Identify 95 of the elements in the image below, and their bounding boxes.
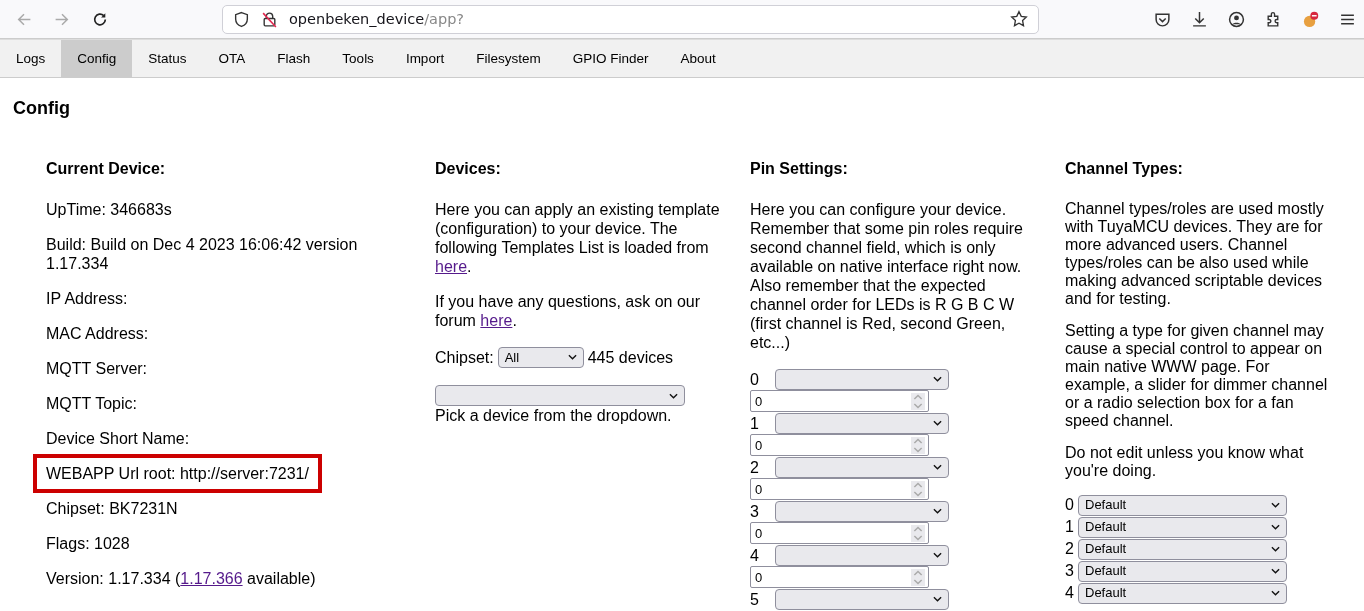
channel-type-select[interactable]: Default [1078,516,1287,538]
tab[interactable]: Config [61,40,133,77]
spinner-icon [911,480,925,498]
reload-icon[interactable] [91,10,109,28]
field-text: IP Address: [46,289,129,308]
tab[interactable]: Logs [0,40,62,77]
section-heading: Devices: [435,159,502,178]
pin-index: 2 [750,457,760,477]
channel-index: 1 [1065,518,1075,536]
field-text: MAC Address: [46,324,150,343]
channel-field[interactable]: 0 [750,478,929,500]
page-title: Config [13,97,71,119]
spinner-icon [911,436,925,454]
tab[interactable]: Status [132,40,203,77]
tab[interactable]: GPIO Finder [556,40,665,77]
spinner-icon [911,524,925,542]
pin-role-select[interactable] [775,368,949,390]
caret-icon [933,508,942,514]
field-text: Build: Build on Dec 4 2023 16:06:42 version 1.17.334 [46,235,359,273]
pin-role-select[interactable] [775,544,949,566]
tab[interactable]: About [664,40,732,77]
caret-icon [933,596,942,602]
caret-icon [933,420,942,426]
channel-field[interactable]: 0 [750,566,929,588]
caret-icon [669,392,678,399]
pin-index: 4 [750,545,760,565]
extension-badge-icon[interactable] [1302,10,1319,28]
caret-icon [567,354,577,360]
tab[interactable]: Import [389,40,461,77]
url-text: openbeken_device/app? [289,11,466,27]
field-text: MQTT Topic: [46,394,138,413]
caret-icon [933,376,942,382]
channel-field[interactable]: 0 [750,522,929,544]
field-text: Chipset: BK7231N [46,499,179,518]
pin-index: 0 [750,369,760,389]
here-link[interactable]: here [435,258,468,275]
spinner-icon [911,392,925,410]
insecure-lock-icon[interactable] [261,10,278,28]
paragraph: Channel types/roles are used mostly with TuyaMCU devices. They are for more advanced users. Channel types/roles can be also used while making advanced scriptable devices and for testing. [1065,200,1325,308]
paragraph: If you have any questions, ask on our forum here. [435,292,702,330]
channel-type-select[interactable]: Default [1078,538,1287,560]
pin-role-select[interactable] [775,412,949,434]
pin-role-select[interactable] [775,456,949,478]
star-icon[interactable] [1010,10,1028,28]
pin-role-select[interactable] [775,588,949,610]
tab[interactable]: Flash [261,40,327,77]
highlighted-field-text: WEBAPP Url root: http://server:7231/ [33,454,322,493]
channel-field[interactable]: 0 [750,390,929,412]
pin-index: 3 [750,501,760,521]
caret-icon [1271,568,1280,574]
channel-field[interactable]: 0 [750,434,929,456]
channel-index: 0 [1065,496,1075,514]
field-text: MQTT Server: [46,359,149,378]
pin-index: 1 [750,413,760,433]
paragraph: Here you can configure your device. Remember that some pin roles require second channel field, which is only available on native interface right now. Also remember that the expected channel order for LEDs is R G B C W (first channel is Red, second Green, etc...) [750,200,1024,352]
paragraph: Setting a type for given channel may cause a special control to appear on main native WWW page. For example, a slider for dimmer channel or a radio selection box for a fan speed channel. [1065,322,1329,430]
channel-type-select[interactable]: Default [1078,494,1287,516]
download-icon[interactable] [1191,10,1208,28]
device-count: 445 devices [587,347,674,367]
caret-icon [1271,502,1280,508]
channel-index: 3 [1065,562,1075,580]
section-heading: Current Device: [46,159,167,178]
caret-icon [1271,524,1280,530]
pocket-icon[interactable] [1154,10,1171,28]
chipset-label: Chipset: [435,347,494,367]
tab[interactable]: Tools [326,40,390,77]
field-text: UpTime: 346683s [46,200,173,219]
paragraph: Here you can apply an existing template (configuration) to your device. The following Templates List is loaded from here. [435,200,721,276]
section-heading: Channel Types: [1065,159,1184,178]
caret-icon [1271,590,1280,596]
account-icon[interactable] [1228,10,1245,28]
spinner-icon [911,568,925,586]
pin-index: 5 [750,589,760,609]
caret-icon [1271,546,1280,552]
caret-icon [933,552,942,558]
device-select[interactable] [435,385,685,406]
channel-index: 4 [1065,584,1075,602]
hint-text: Pick a device from the dropdown. [435,406,673,425]
chipset-select[interactable]: All [497,346,584,368]
version-link[interactable]: 1.17.366 [180,570,243,587]
section-heading: Pin Settings: [750,159,849,178]
field-text: Device Short Name: [46,429,191,448]
paragraph: Do not edit unless you know what you're doing. [1065,444,1305,480]
tab[interactable]: OTA [202,40,262,77]
version-text: Version: 1.17.334 (1.17.366 available) [46,569,317,588]
pin-role-select[interactable] [775,500,949,522]
shield-icon[interactable] [233,10,250,28]
caret-icon [933,464,942,470]
tab[interactable]: Filesystem [460,40,557,77]
here-link[interactable]: here [480,312,513,329]
field-text: Flags: 1028 [46,534,131,553]
channel-type-select[interactable]: Default [1078,560,1287,582]
channel-type-select[interactable]: Default [1078,582,1287,604]
channel-index: 2 [1065,540,1075,558]
url-field[interactable]: openbeken_device/app? [222,4,1039,34]
